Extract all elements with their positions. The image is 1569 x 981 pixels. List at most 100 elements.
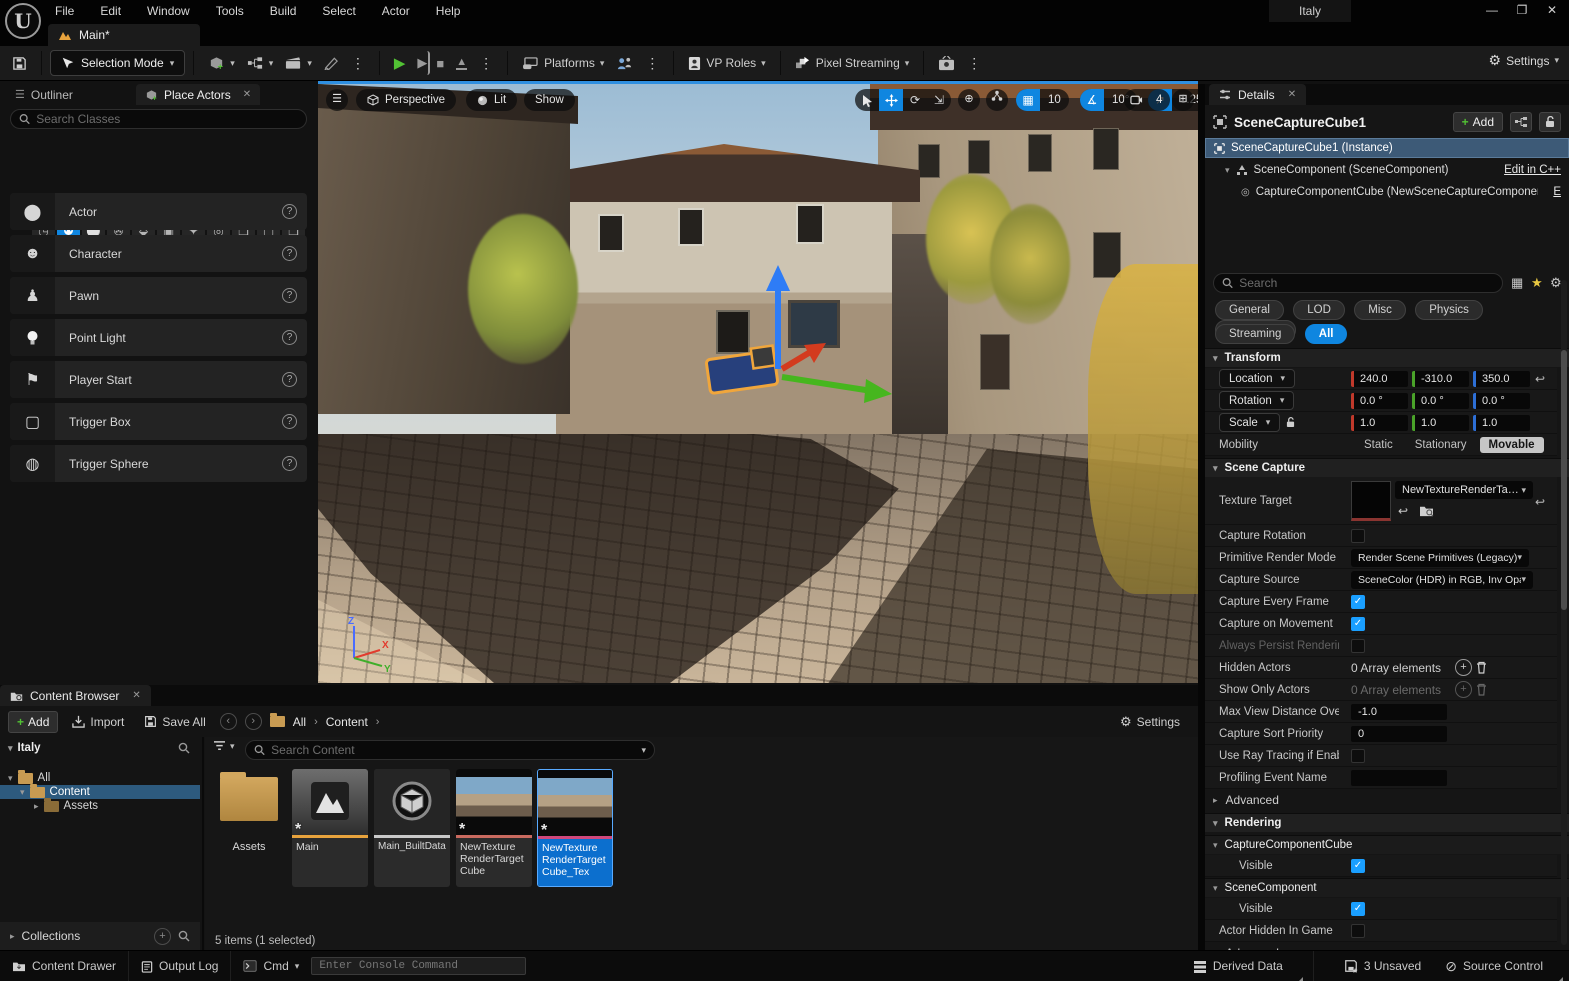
details-settings-icon[interactable]: ⚙ [1550, 275, 1562, 291]
rotation-y-input[interactable]: 0.0 ° [1412, 393, 1469, 409]
move-tool[interactable] [879, 89, 903, 111]
edit-in-cpp-link[interactable]: Edit in C++ [1504, 164, 1561, 176]
search-classes-input[interactable] [36, 112, 298, 126]
edit-tools-button[interactable] [318, 52, 345, 74]
clear-array-icon[interactable] [1476, 683, 1487, 696]
use-selected-asset-icon[interactable]: ↩ [1395, 504, 1411, 518]
menu-tools[interactable]: Tools [216, 4, 244, 18]
rotation-z-input[interactable]: 0.0 ° [1473, 393, 1530, 409]
section-scenecomponent[interactable]: ▾ SceneComponent [1205, 878, 1569, 897]
rotation-dropdown[interactable]: Rotation▾ [1219, 391, 1294, 410]
import-button[interactable]: Import [66, 711, 130, 733]
add-collection-icon[interactable]: + [154, 928, 171, 945]
transform-gizmo[interactable] [686, 259, 896, 449]
always-persist-checkbox[interactable] [1351, 639, 1365, 653]
search-icon[interactable] [178, 742, 190, 754]
section-transform[interactable]: ▾ Transform [1205, 348, 1569, 367]
gizmo-y-axis[interactable] [782, 377, 892, 403]
select-tool[interactable] [855, 89, 879, 111]
help-icon[interactable]: ? [282, 246, 297, 261]
save-all-button[interactable]: Save All [138, 711, 211, 733]
settings-dropdown[interactable]: ⚙ Settings ▾ [1489, 52, 1559, 69]
add-array-element-icon[interactable]: + [1455, 681, 1472, 698]
play-options-menu[interactable]: ⋮ [473, 55, 499, 72]
component-row-scenecomponent[interactable]: ▾ SceneComponent (SceneComponent) Edit i… [1205, 160, 1569, 180]
cb-add-button[interactable]: + Add [8, 711, 58, 733]
unsaved-button[interactable]: ★ 3 Unsaved [1332, 951, 1433, 981]
location-y-input[interactable]: -310.0 [1412, 371, 1469, 387]
perspective-dropdown[interactable]: Perspective [356, 89, 456, 111]
visible-scene-checkbox[interactable]: ✓ [1351, 902, 1365, 916]
scale-x-input[interactable]: 1.0 [1351, 415, 1408, 431]
edit-link-truncated[interactable]: E [1553, 186, 1561, 198]
multiplayer-button[interactable] [610, 52, 639, 75]
unreal-logo[interactable]: U [5, 3, 41, 39]
search-classes-box[interactable] [10, 109, 307, 129]
mobility-stationary[interactable]: Stationary [1406, 437, 1476, 453]
angle-snap-toggle[interactable]: ∡ [1080, 89, 1104, 111]
cmd-dropdown[interactable]: Cmd ▾ [231, 951, 311, 981]
favorites-icon[interactable]: ★ [1531, 275, 1543, 291]
asset-tile-main-builtdata[interactable]: Main_BuiltData [374, 769, 450, 887]
row-advanced2-collapsed[interactable]: ▸ Advanced [1205, 942, 1557, 950]
texture-target-combo[interactable]: NewTextureRenderTarge ▾ [1395, 481, 1533, 499]
capture-every-frame-checkbox[interactable]: ✓ [1351, 595, 1365, 609]
toolbar-overflow-menu[interactable]: ⋮ [345, 55, 371, 72]
details-search-input[interactable] [1239, 276, 1494, 290]
texture-target-thumbnail[interactable] [1351, 481, 1391, 521]
cb-settings-dropdown[interactable]: ⚙ Settings [1120, 714, 1190, 730]
lock-button[interactable] [1539, 112, 1561, 132]
actor-hidden-checkbox[interactable] [1351, 924, 1365, 938]
capture-sort-priority-input[interactable]: 0 [1351, 726, 1447, 742]
vp-roles-dropdown[interactable]: VP Roles ▾ [682, 52, 771, 75]
place-actor-item-actor[interactable]: ⬤ Actor ? [10, 193, 307, 230]
lit-mode-dropdown[interactable]: Lit [466, 89, 517, 111]
search-content-box[interactable]: ▾ [245, 740, 655, 760]
place-actor-item-pawn[interactable]: ♟ Pawn ? [10, 277, 307, 314]
help-icon[interactable]: ? [282, 330, 297, 345]
save-button[interactable] [6, 52, 33, 75]
add-array-element-icon[interactable]: + [1455, 659, 1472, 676]
breadcrumb-all[interactable]: All [293, 715, 306, 729]
capture-on-movement-checkbox[interactable]: ✓ [1351, 617, 1365, 631]
scale-z-input[interactable]: 1.0 [1473, 415, 1530, 431]
play-button[interactable]: ▶ [388, 50, 412, 76]
location-dropdown[interactable]: Location▾ [1219, 369, 1295, 388]
asset-tile-rendertarget-cube-tex[interactable]: * NewTexture RenderTarget Cube_Tex [537, 769, 613, 887]
convert-blueprint-button[interactable] [1510, 112, 1532, 132]
section-rendering[interactable]: ▾ Rendering [1205, 813, 1569, 832]
expand-caret-icon[interactable]: ▾ [1225, 165, 1230, 176]
profiling-event-name-input[interactable] [1351, 770, 1447, 786]
location-z-input[interactable]: 350.0 [1473, 371, 1530, 387]
selection-mode-dropdown[interactable]: Selection Mode ▾ [50, 50, 185, 76]
menu-build[interactable]: Build [270, 4, 297, 18]
place-actor-item-trigger-sphere[interactable]: ◍ Trigger Sphere ? [10, 445, 307, 482]
help-icon[interactable]: ? [282, 204, 297, 219]
component-row-root[interactable]: SceneCaptureCube1 (Instance) [1205, 138, 1569, 158]
menu-edit[interactable]: Edit [100, 4, 121, 18]
capture-rotation-checkbox[interactable] [1351, 529, 1365, 543]
eject-button[interactable]: ▲ [456, 57, 467, 70]
blueprints-button[interactable]: ▾ [241, 52, 280, 74]
details-scrollbar-thumb[interactable] [1561, 350, 1567, 610]
step-frame-button[interactable]: ▶ [411, 51, 430, 75]
reset-texture-target-button[interactable]: ↩ [1535, 495, 1545, 509]
asset-tile-rendertarget-cube[interactable]: * NewTexture RenderTarget Cube [456, 769, 532, 887]
location-x-input[interactable]: 240.0 [1351, 371, 1408, 387]
tab-details[interactable]: Details ✕ [1209, 84, 1306, 105]
tab-lod[interactable]: LOD [1293, 300, 1345, 320]
scale-lock-icon[interactable] [1286, 417, 1295, 428]
tree-item-all[interactable]: ▾ All [0, 771, 200, 785]
camera-speed-icon[interactable] [1124, 89, 1148, 111]
restore-button[interactable]: ❐ [1507, 0, 1537, 22]
surface-snapping-button[interactable] [986, 89, 1008, 111]
menu-actor[interactable]: Actor [382, 4, 410, 18]
reset-location-button[interactable]: ↩ [1535, 372, 1545, 386]
history-back-button[interactable]: ‹ [220, 713, 237, 730]
multiplayer-options-menu[interactable]: ⋮ [639, 55, 665, 72]
source-control-button[interactable]: ⊘ Source Control [1433, 951, 1555, 981]
rotate-tool[interactable]: ⟳ [903, 89, 927, 111]
search-icon[interactable] [178, 930, 190, 942]
visible-capture-checkbox[interactable]: ✓ [1351, 859, 1365, 873]
console-command-input[interactable] [311, 957, 526, 975]
